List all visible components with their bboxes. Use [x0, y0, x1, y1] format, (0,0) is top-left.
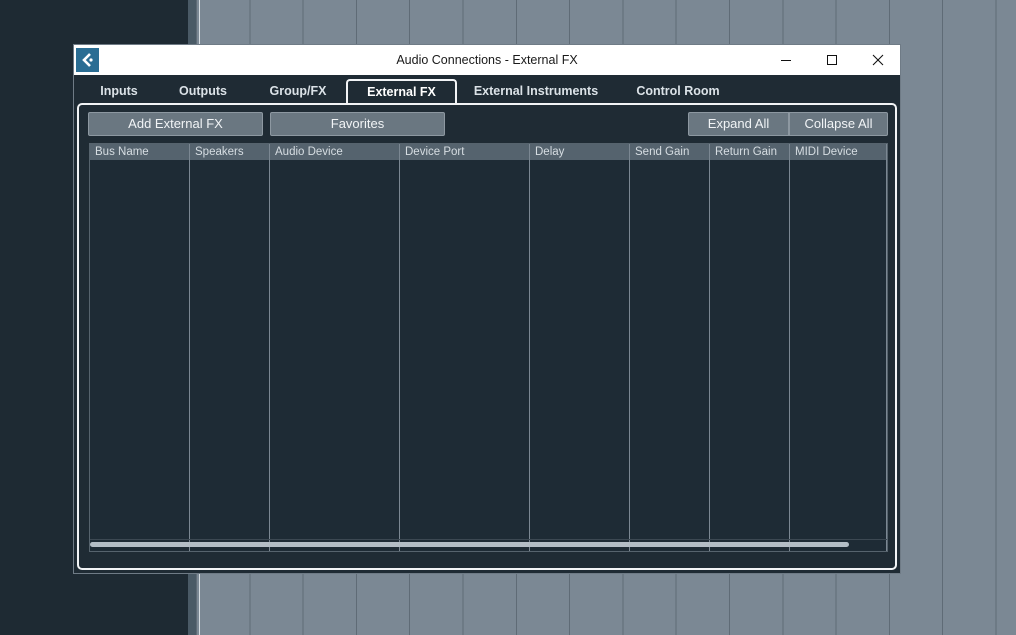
horizontal-scrollbar-thumb[interactable]	[90, 542, 849, 547]
column-header-midi-device[interactable]: MIDI Device	[790, 144, 887, 160]
column-divider[interactable]	[399, 144, 400, 551]
close-button[interactable]	[855, 45, 901, 75]
tab-bar: Inputs Outputs Group/FX External FX Exte…	[74, 75, 900, 104]
minimize-button[interactable]	[763, 45, 809, 75]
column-divider[interactable]	[529, 144, 530, 551]
cubase-logo-icon[interactable]	[76, 48, 99, 72]
tab-control-room[interactable]: Control Room	[630, 79, 726, 103]
column-divider	[886, 144, 887, 551]
column-header-device-port[interactable]: Device Port	[400, 144, 529, 160]
column-header-return-gain[interactable]: Return Gain	[710, 144, 789, 160]
tab-group-fx[interactable]: Group/FX	[260, 79, 336, 103]
favorites-button[interactable]: Favorites	[270, 112, 445, 136]
tab-external-fx[interactable]: External FX	[346, 79, 457, 104]
audio-connections-dialog: Audio Connections - External FX Inputs O…	[73, 44, 901, 574]
close-icon	[872, 54, 884, 66]
table-header: Bus Name Speakers Audio Device Device Po…	[90, 144, 887, 160]
column-header-delay[interactable]: Delay	[530, 144, 629, 160]
collapse-all-button[interactable]: Collapse All	[789, 112, 888, 136]
column-divider[interactable]	[709, 144, 710, 551]
maximize-icon	[827, 55, 837, 65]
column-header-bus-name[interactable]: Bus Name	[90, 144, 189, 160]
minimize-icon	[781, 60, 791, 61]
column-divider[interactable]	[629, 144, 630, 551]
column-divider[interactable]	[269, 144, 270, 551]
column-header-audio-device[interactable]: Audio Device	[270, 144, 399, 160]
external-fx-panel: Add External FX Favorites Expand All Col…	[77, 103, 897, 570]
title-bar[interactable]: Audio Connections - External FX	[74, 45, 900, 75]
tab-outputs[interactable]: Outputs	[170, 79, 236, 103]
expand-all-button[interactable]: Expand All	[688, 112, 789, 136]
tab-inputs[interactable]: Inputs	[88, 79, 150, 103]
add-external-fx-button[interactable]: Add External FX	[88, 112, 263, 136]
column-divider[interactable]	[789, 144, 790, 551]
external-fx-table[interactable]: Bus Name Speakers Audio Device Device Po…	[89, 143, 888, 552]
column-header-speakers[interactable]: Speakers	[190, 144, 269, 160]
tab-external-instruments[interactable]: External Instruments	[470, 79, 602, 103]
column-header-send-gain[interactable]: Send Gain	[630, 144, 709, 160]
maximize-button[interactable]	[809, 45, 855, 75]
column-divider[interactable]	[189, 144, 190, 551]
